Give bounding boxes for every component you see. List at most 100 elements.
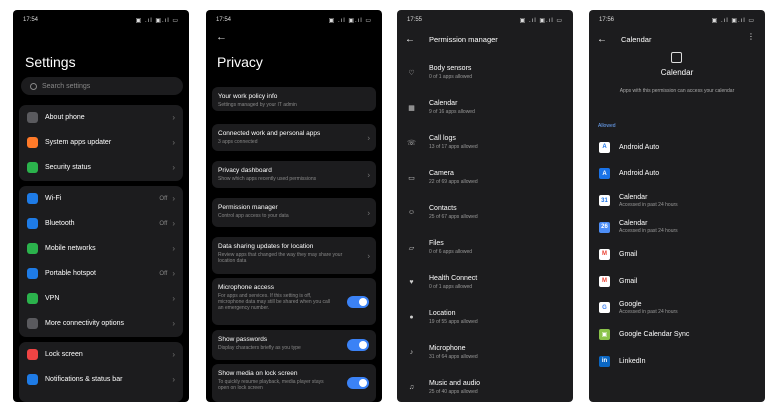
settings-item[interactable]: Mobile networks › [19, 236, 183, 261]
permission-item[interactable]: ● Location 19 of 55 apps allowed [397, 300, 573, 335]
permission-item[interactable]: ☏ Call logs 13 of 17 apps allowed [397, 125, 573, 160]
back-arrow-icon[interactable]: ← [405, 34, 415, 45]
settings-item[interactable]: System apps updater › [19, 130, 183, 155]
settings-item[interactable]: Wi-Fi Off › [19, 186, 183, 211]
permission-count: 22 of 69 apps allowed [429, 179, 478, 185]
permission-item[interactable]: ♪ Microphone 31 of 64 apps allowed [397, 335, 573, 370]
shield-icon [27, 162, 38, 173]
permission-heading: Calendar [660, 68, 694, 77]
status-bar: 17:56 ▣ .ıl ▣.ıl ▭ [599, 15, 755, 25]
connectivity-icon [27, 318, 38, 329]
chevron-right-icon: › [172, 375, 175, 384]
app-item[interactable]: ▣ Google Calendar Sync [589, 322, 765, 348]
privacy-card[interactable]: Your work policy info Settings managed by… [212, 87, 376, 111]
app-item[interactable]: M Gmail [589, 268, 765, 294]
settings-item[interactable]: Portable hotspot Off › [19, 261, 183, 286]
permission-item[interactable]: ☺ Contacts 25 of 67 apps allowed [397, 195, 573, 230]
settings-item[interactable]: Bluetooth Off › [19, 211, 183, 236]
app-item[interactable]: G Google Accessed in past 24 hours [589, 295, 765, 321]
permission-count: 25 of 40 apps allowed [429, 389, 478, 395]
card-subtitle: To quickly resume playback, media player… [218, 379, 324, 391]
card-title: Connected work and personal apps [218, 130, 321, 137]
privacy-card[interactable]: Connected work and personal apps 3 apps c… [212, 124, 376, 151]
lock-icon [27, 349, 38, 360]
toggle-switch[interactable] [347, 295, 369, 308]
chevron-right-icon: › [367, 133, 370, 142]
chevron-right-icon: › [172, 163, 175, 172]
status-time: 17:54 [216, 17, 232, 23]
permission-name: Files [429, 240, 444, 247]
arrow-up-icon [27, 137, 38, 148]
calendar-app-icon: 26 [599, 221, 610, 233]
permission-name: Call logs [429, 135, 456, 142]
back-arrow-icon[interactable]: ← [597, 34, 607, 45]
settings-item-label: System apps updater [45, 139, 112, 146]
status-icons: ▣ .ıl ▣.ıl ▭ [135, 17, 179, 24]
app-access-info: Accessed in past 24 hours [619, 201, 678, 208]
app-item[interactable]: 31 Calendar Accessed in past 24 hours [589, 188, 765, 214]
status-time: 17:55 [407, 17, 423, 23]
settings-screen: 17:54 ▣ .ıl ▣.ıl ▭ Settings Search setti… [13, 10, 189, 402]
toggle-switch[interactable] [347, 339, 369, 351]
android-auto-icon: A [599, 168, 610, 180]
calendar-sync-icon: ▣ [599, 329, 610, 341]
app-item[interactable]: M Gmail [589, 241, 765, 267]
app-name: Google [619, 300, 642, 308]
music-icon: ♫ [408, 384, 415, 391]
permission-count: 9 of 16 apps allowed [429, 109, 475, 115]
health-icon: ♥ [409, 279, 414, 286]
app-bar: ← Permission manager [397, 30, 573, 48]
app-item[interactable]: 26 Calendar Accessed in past 24 hours [589, 214, 765, 240]
privacy-card[interactable]: Privacy dashboard Show which apps recentl… [212, 161, 376, 188]
permission-name: Health Connect [429, 275, 478, 282]
permission-item[interactable]: ▱ Files 0 of 6 apps allowed [397, 230, 573, 265]
page-title: Calendar [621, 34, 652, 44]
settings-item[interactable]: Notifications & status bar › [19, 367, 183, 392]
status-bar: 17:54 ▣ .ıl ▣.ıl ▭ [216, 15, 372, 25]
permission-name: Camera [429, 170, 454, 177]
privacy-card[interactable]: Permission manager Control app access to … [212, 198, 376, 227]
back-arrow-icon[interactable]: ← [216, 31, 227, 43]
app-item[interactable]: A Android Auto [589, 161, 765, 187]
settings-item[interactable]: Lock screen › [19, 342, 183, 367]
status-time: 17:56 [599, 17, 615, 23]
privacy-card[interactable]: Show media on lock screen To quickly resu… [212, 364, 376, 402]
permission-item[interactable]: ♥ Health Connect 0 of 1 apps allowed [397, 265, 573, 300]
card-title: Show media on lock screen [218, 370, 298, 377]
settings-item-label: Lock screen [45, 351, 83, 358]
calendar-icon: ▦ [408, 104, 415, 112]
permission-manager-screen: 17:55 ▣ .ıl ▣.ıl ▭ ← Permission manager … [397, 10, 573, 402]
settings-group-device: About phone › System apps updater › Security… [19, 105, 183, 181]
settings-group-display: Lock screen › Notifications & status bar › [19, 342, 183, 402]
privacy-card[interactable]: Show passwords Display characters briefly… [212, 330, 376, 360]
settings-item[interactable]: About phone › [19, 105, 183, 130]
permission-item[interactable]: ▭ Camera 22 of 69 apps allowed [397, 160, 573, 195]
status-icons: ▣ .ıl ▣.ıl ▭ [328, 17, 372, 24]
card-title: Permission manager [218, 204, 278, 211]
permission-item[interactable]: ♡ Body sensors 0 of 1 apps allowed [397, 55, 573, 90]
app-item[interactable]: in LinkedIn [589, 348, 765, 374]
privacy-card[interactable]: Data sharing updates for location Review … [212, 237, 376, 274]
call-log-icon: ☏ [407, 139, 416, 147]
search-input[interactable]: Search settings [21, 77, 183, 95]
card-title: Show passwords [218, 336, 268, 343]
location-icon: ● [409, 314, 414, 321]
app-item[interactable]: A Android Auto [589, 134, 765, 160]
settings-item-label: Portable hotspot [45, 270, 96, 277]
permission-item[interactable]: ♫ Music and audio 25 of 40 apps allowed [397, 370, 573, 402]
app-access-info: Accessed in past 24 hours [619, 228, 678, 235]
permission-count: 0 of 1 apps allowed [429, 284, 473, 290]
settings-item[interactable]: VPN › [19, 286, 183, 311]
more-options-icon[interactable]: ⋮ [747, 32, 755, 41]
google-icon: G [599, 302, 610, 314]
card-subtitle: Control app access to your data [218, 213, 289, 219]
settings-item[interactable]: More connectivity options › [19, 311, 183, 336]
permission-item[interactable]: ▦ Calendar 9 of 16 apps allowed [397, 90, 573, 125]
settings-item[interactable]: Security status › [19, 155, 183, 180]
card-subtitle: Review apps that changed the way they ma… [218, 252, 343, 264]
toggle-switch[interactable] [347, 377, 369, 389]
app-name: Android Auto [619, 143, 660, 151]
chevron-right-icon: › [172, 219, 175, 228]
privacy-card[interactable]: Microphone access For apps and services. … [212, 278, 376, 325]
app-name: Google Calendar Sync [619, 331, 690, 339]
